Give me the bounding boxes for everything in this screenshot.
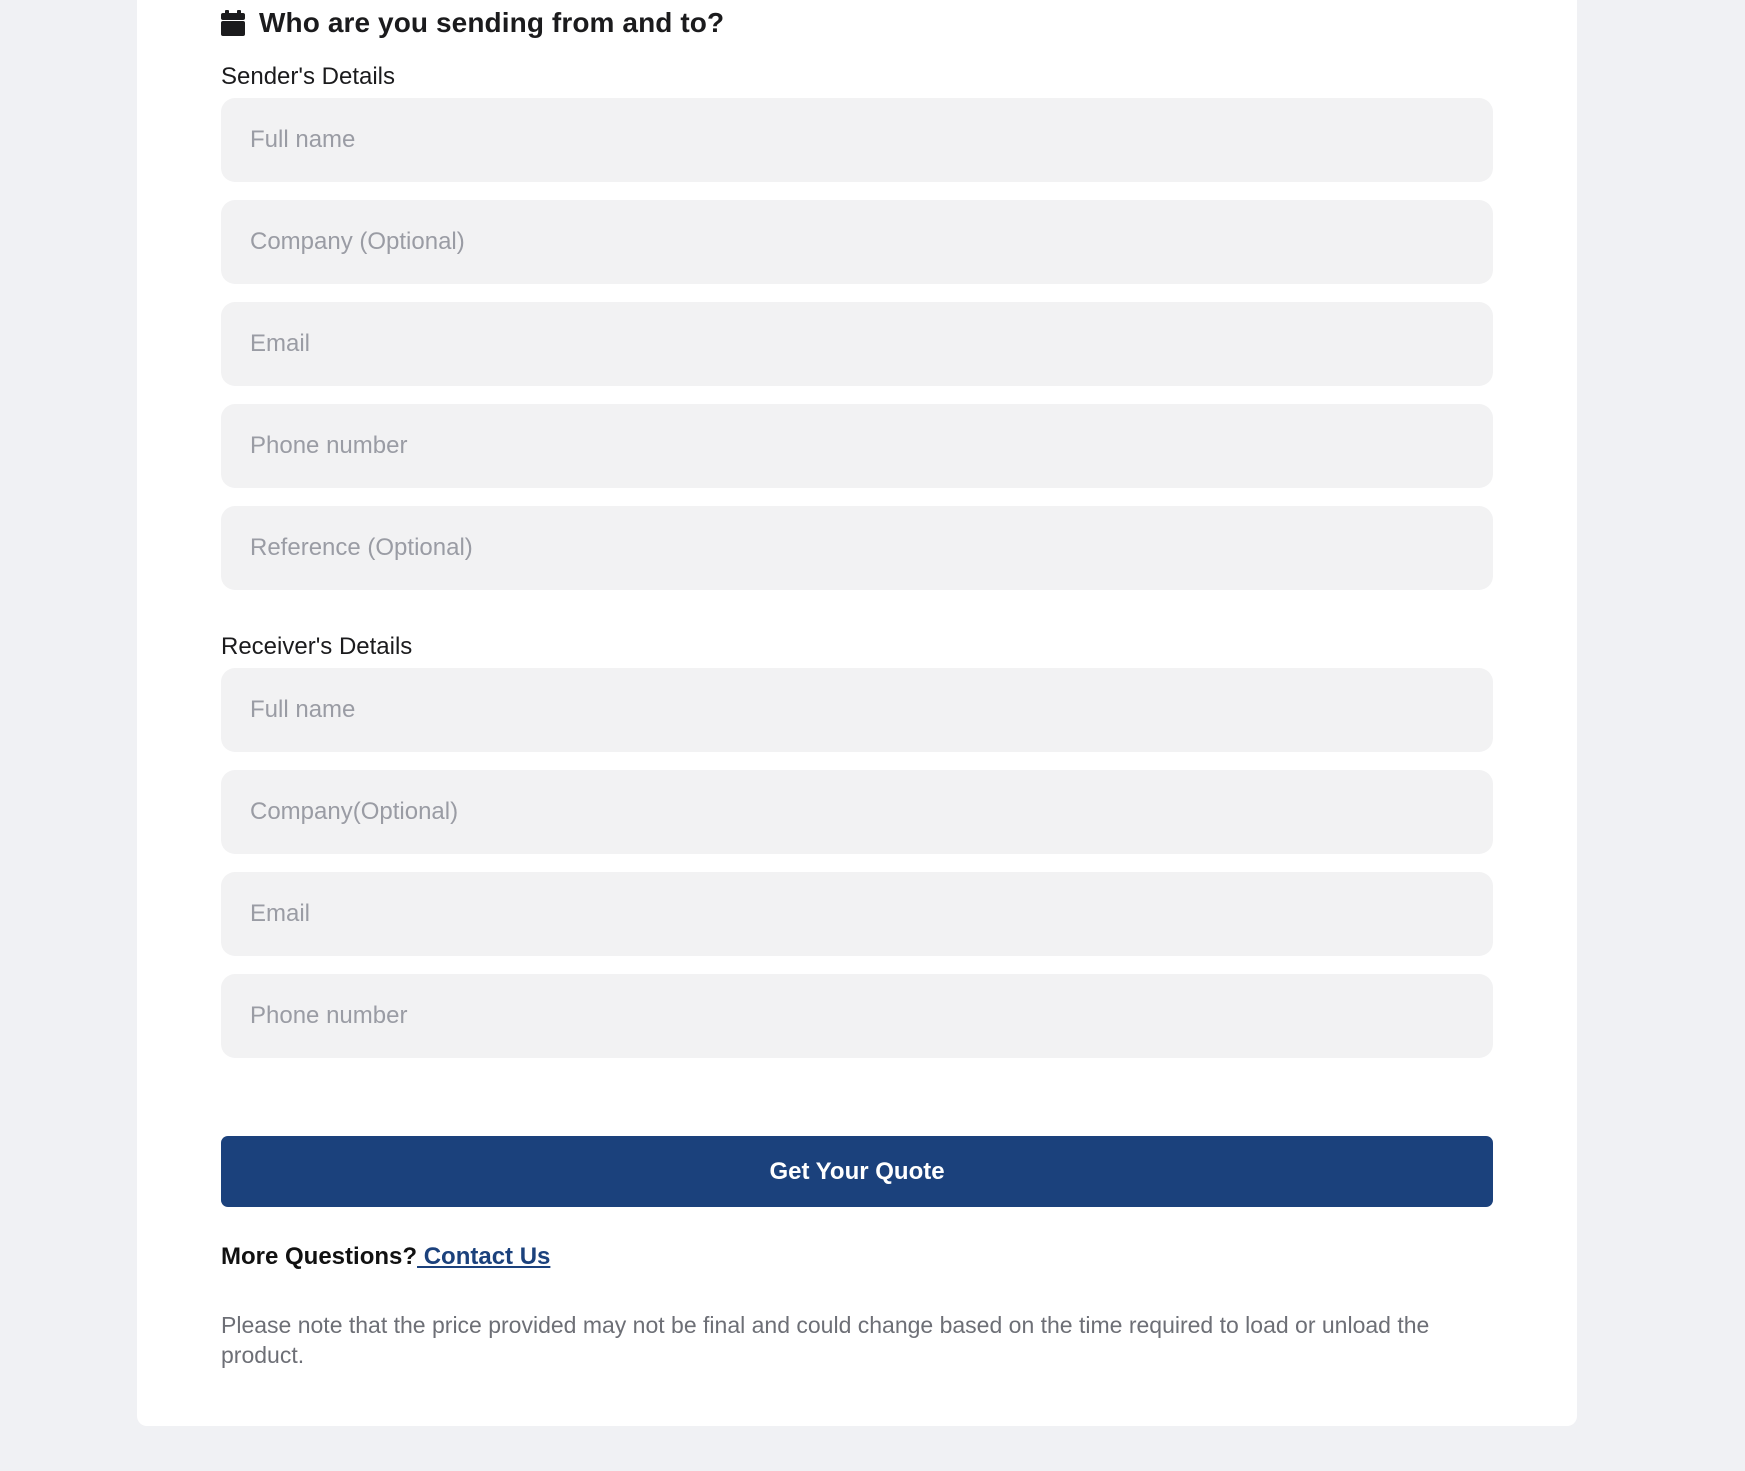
receiver-company-input[interactable] [221,770,1493,854]
section-heading: Who are you sending from and to? [221,6,724,40]
receiver-phone-input[interactable] [221,974,1493,1058]
sender-details-label: Sender's Details [221,63,395,90]
get-quote-button[interactable]: Get Your Quote [221,1136,1493,1207]
sender-reference-input[interactable] [221,506,1493,590]
sender-company-input[interactable] [221,200,1493,284]
section-title: Who are you sending from and to? [259,7,725,38]
more-questions-label: More Questions? [221,1243,418,1270]
contact-us-link[interactable]: Contact Us [417,1243,551,1270]
more-questions: More Questions? Contact Us [221,1243,550,1271]
sender-full-name-input[interactable] [221,98,1493,182]
price-disclaimer: Please note that the price provided may … [221,1312,1430,1368]
sender-phone-input[interactable] [221,404,1493,488]
sender-email-input[interactable] [221,302,1493,386]
calendar-icon [221,10,245,36]
form-card: Who are you sending from and to? Sender'… [137,0,1577,1426]
receiver-details-label: Receiver's Details [221,633,413,660]
receiver-full-name-input[interactable] [221,668,1493,752]
receiver-email-input[interactable] [221,872,1493,956]
